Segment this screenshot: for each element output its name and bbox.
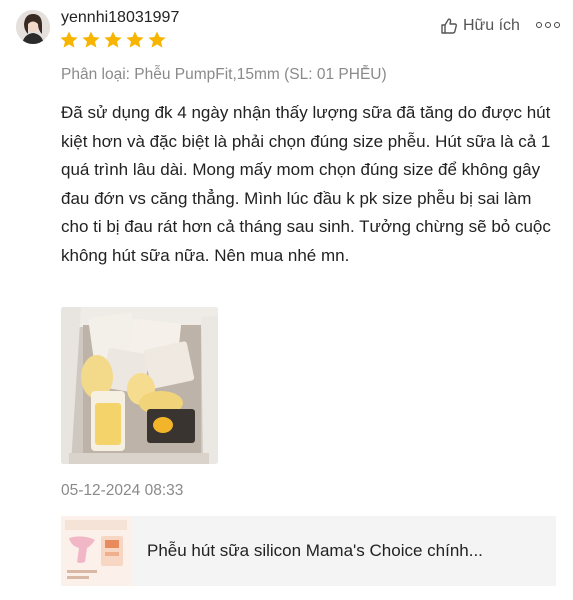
product-name: Phễu hút sữa silicon Mama's Choice chính… — [147, 541, 483, 560]
product-thumbnail — [61, 516, 131, 586]
thumbs-up-icon — [441, 18, 457, 34]
review-date: 05-12-2024 08:33 — [61, 482, 184, 499]
review-text: Đã sử dụng đk 4 ngày nhận thấy lượng sữa… — [61, 103, 551, 265]
star-icon — [60, 31, 78, 48]
variation-label: Phân loại: Phễu PumpFit,15mm (SL: 01 PHỄ… — [61, 66, 387, 83]
rating-stars — [59, 30, 167, 50]
reviewer-username[interactable]: yennhi18031997 — [61, 9, 179, 27]
star-icon — [82, 31, 100, 48]
review-photo[interactable] — [61, 307, 218, 464]
star-icon — [148, 31, 166, 48]
star-icon — [104, 31, 122, 48]
avatar[interactable] — [16, 10, 50, 44]
helpful-label: Hữu ích — [463, 17, 520, 34]
more-options-icon[interactable] — [536, 18, 560, 32]
product-card[interactable]: Phễu hút sữa silicon Mama's Choice chính… — [61, 516, 556, 586]
star-icon — [126, 31, 144, 48]
helpful-button[interactable]: Hữu ích — [440, 17, 520, 35]
